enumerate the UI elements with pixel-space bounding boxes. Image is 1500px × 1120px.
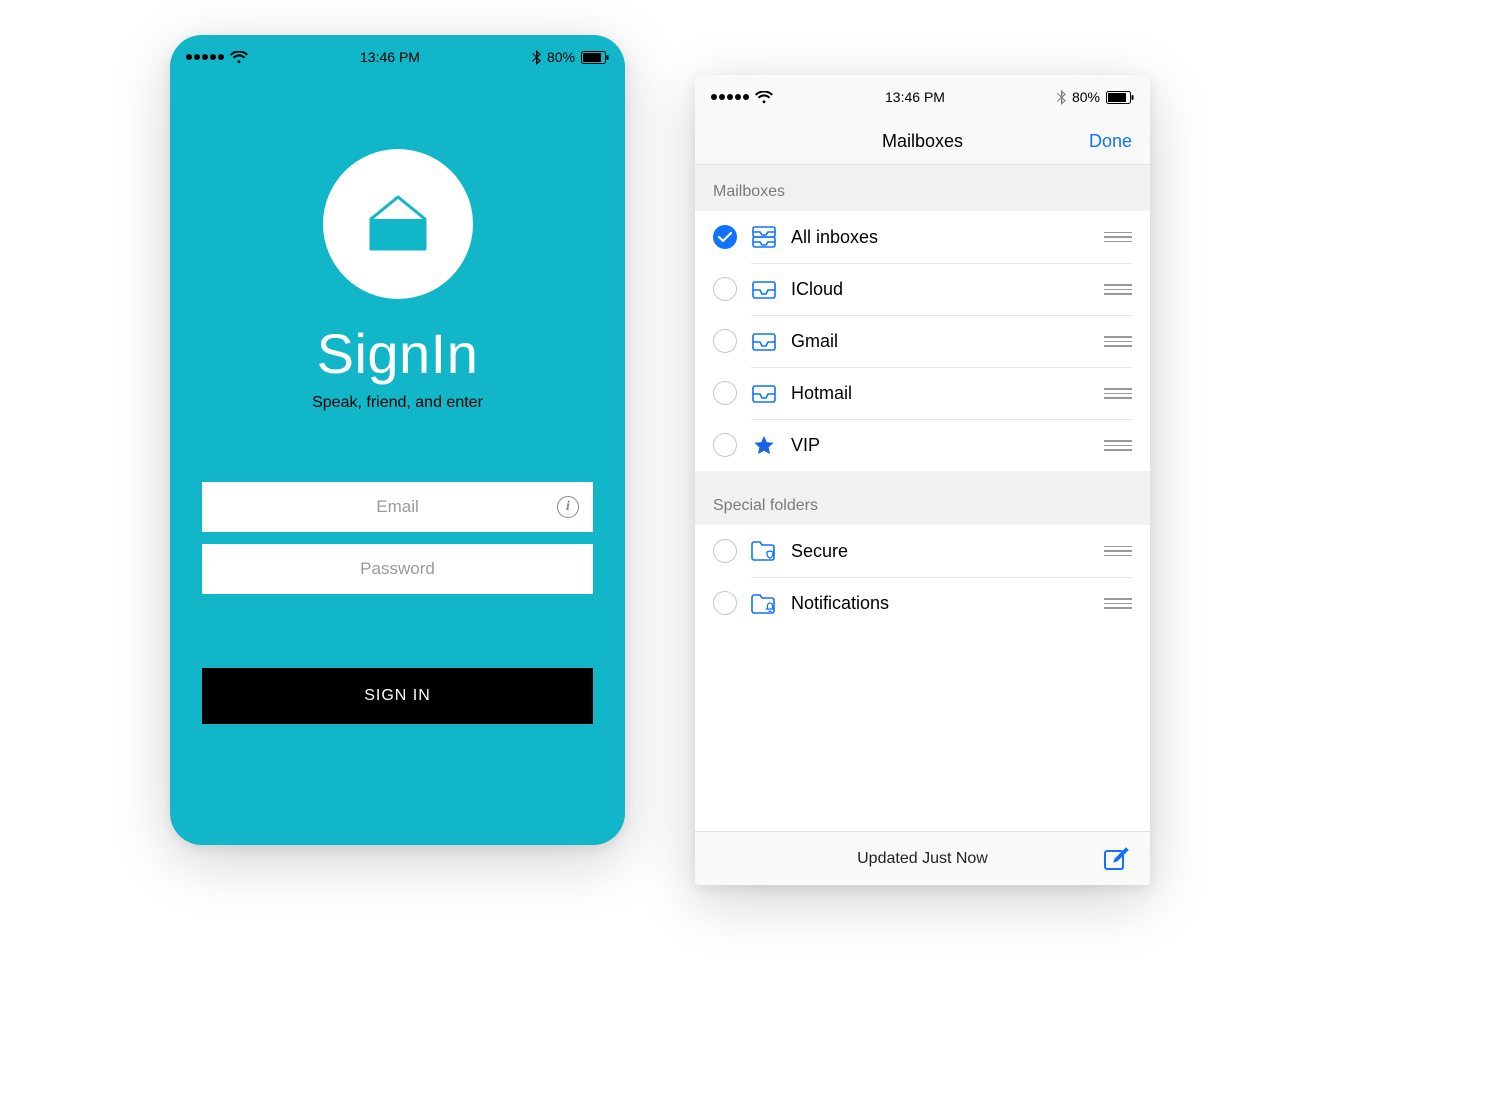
inbox-icon (751, 385, 777, 403)
list-item[interactable]: Hotmail (695, 367, 1150, 419)
wifi-icon (755, 91, 773, 104)
signin-subtitle: Speak, friend, and enter (170, 394, 625, 412)
drag-handle-icon[interactable] (1104, 440, 1132, 451)
section-header-special: Special folders (695, 483, 1150, 525)
mailboxes-screen: 13:46 PM 80% Mailboxes Done Mailboxes Al… (695, 75, 1150, 885)
list-item[interactable]: All inboxes (695, 211, 1150, 263)
open-envelope-icon (361, 187, 435, 261)
section-header-mailboxes: Mailboxes (695, 165, 1150, 211)
status-bar: 13:46 PM 80% (695, 75, 1150, 119)
compose-button[interactable] (1102, 845, 1130, 873)
list-item-label: Hotmail (791, 383, 1090, 404)
status-time: 13:46 PM (360, 49, 420, 65)
bluetooth-icon (1057, 90, 1066, 105)
list-item[interactable]: Notifications (695, 577, 1150, 629)
drag-handle-icon[interactable] (1104, 598, 1132, 609)
list-item[interactable]: VIP (695, 419, 1150, 471)
app-logo (323, 149, 473, 299)
status-bar: 13:46 PM 80% (170, 35, 625, 79)
drag-handle-icon[interactable] (1104, 232, 1132, 243)
wifi-icon (230, 51, 248, 64)
radio-unchecked[interactable] (713, 433, 737, 457)
compose-icon (1103, 846, 1129, 872)
signin-screen: 13:46 PM 80% SignIn Speak, friend, and e… (170, 35, 625, 845)
nav-title: Mailboxes (882, 131, 963, 152)
section-gap (695, 471, 1150, 483)
status-battery: 80% (547, 49, 575, 65)
signin-title: SignIn (170, 321, 625, 386)
list-item-label: Secure (791, 541, 1090, 562)
toolbar-status: Updated Just Now (857, 850, 988, 868)
list-item-label: Gmail (791, 331, 1090, 352)
email-field-wrap: i (202, 482, 593, 532)
drag-handle-icon[interactable] (1104, 336, 1132, 347)
list-item-label: ICloud (791, 279, 1090, 300)
bluetooth-icon (532, 50, 541, 65)
password-field-wrap (202, 544, 593, 594)
radio-unchecked[interactable] (713, 329, 737, 353)
battery-icon (1106, 91, 1134, 104)
drag-handle-icon[interactable] (1104, 388, 1132, 399)
drag-handle-icon[interactable] (1104, 546, 1132, 557)
info-icon[interactable]: i (557, 496, 579, 518)
signin-button[interactable]: SIGN IN (202, 668, 593, 724)
list-item[interactable]: ICloud (695, 263, 1150, 315)
signal-dots-icon (186, 54, 224, 60)
nav-bar: Mailboxes Done (695, 119, 1150, 165)
signal-dots-icon (711, 94, 749, 100)
password-field[interactable] (202, 544, 593, 594)
inbox-icon (751, 281, 777, 299)
done-button[interactable]: Done (1089, 131, 1132, 152)
email-field[interactable] (202, 482, 593, 532)
list-item-label: Notifications (791, 593, 1090, 614)
toolbar: Updated Just Now (695, 831, 1150, 885)
folder-bell-icon (751, 593, 777, 615)
list-item[interactable]: Secure (695, 525, 1150, 577)
inbox-stack-icon (751, 226, 777, 248)
radio-unchecked[interactable] (713, 381, 737, 405)
star-icon (751, 434, 777, 458)
radio-unchecked[interactable] (713, 539, 737, 563)
inbox-icon (751, 333, 777, 351)
radio-unchecked[interactable] (713, 277, 737, 301)
radio-unchecked[interactable] (713, 591, 737, 615)
list-item-label: VIP (791, 435, 1090, 456)
status-time: 13:46 PM (885, 89, 945, 105)
radio-checked[interactable] (713, 225, 737, 249)
battery-icon (581, 51, 609, 64)
status-battery: 80% (1072, 89, 1100, 105)
mailboxes-list: All inboxes ICloud Gmail Hotmail VIP (695, 211, 1150, 471)
list-item[interactable]: Gmail (695, 315, 1150, 367)
special-folders-list: Secure Notifications (695, 525, 1150, 629)
drag-handle-icon[interactable] (1104, 284, 1132, 295)
list-item-label: All inboxes (791, 227, 1090, 248)
folder-shield-icon (751, 540, 777, 562)
